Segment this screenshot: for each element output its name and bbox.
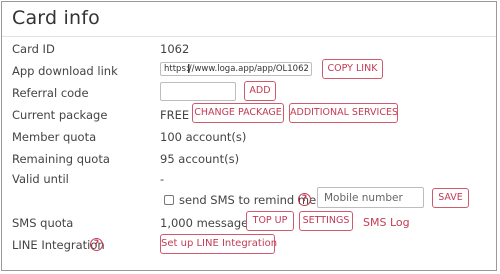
app-download-link-field[interactable] [160,62,312,76]
copy-link-button[interactable]: COPY LINK [322,59,383,79]
sms-log-link[interactable]: SMS Log [363,216,410,230]
sms-quota-label: SMS quota [12,216,74,230]
save-button[interactable]: SAVE [432,188,469,208]
change-package-button[interactable]: CHANGE PACKAGE [192,103,284,123]
current-package-value: FREE [160,108,190,122]
card-id-value: 1062 [160,42,190,56]
line-integration-help-icon[interactable]: ? [90,238,103,251]
sms-settings-button[interactable]: SETTINGS [299,211,353,231]
sms-remind-label: send SMS to remind me [179,193,317,207]
member-quota-value: 100 account(s) [160,130,247,144]
current-package-label: Current package [12,108,108,122]
referral-code-label: Referral code [12,86,89,100]
app-download-link-label: App download link [12,64,118,78]
card-info-panel: Card info Card ID 1062 App download link… [1,1,497,271]
remaining-quota-value: 95 account(s) [160,152,240,166]
top-up-button[interactable]: TOP UP [246,211,294,231]
referral-code-input[interactable] [160,82,236,101]
additional-services-button[interactable]: ADDITIONAL SERVICES [289,103,398,123]
setup-line-integration-button[interactable]: Set up LINE Integration [160,234,277,254]
sms-remind-help-icon[interactable]: ? [298,193,311,206]
title-divider [2,36,496,37]
card-id-label: Card ID [12,42,55,56]
valid-until-label: Valid until [12,172,69,186]
add-referral-button[interactable]: ADD [244,81,276,101]
text-cursor-icon: I [187,62,191,76]
sms-remind-checkbox[interactable] [164,195,174,205]
remaining-quota-label: Remaining quota [12,152,110,166]
page-title: Card info [12,7,100,29]
member-quota-label: Member quota [12,130,97,144]
valid-until-value: - [160,172,165,186]
mobile-number-input[interactable] [317,187,424,208]
